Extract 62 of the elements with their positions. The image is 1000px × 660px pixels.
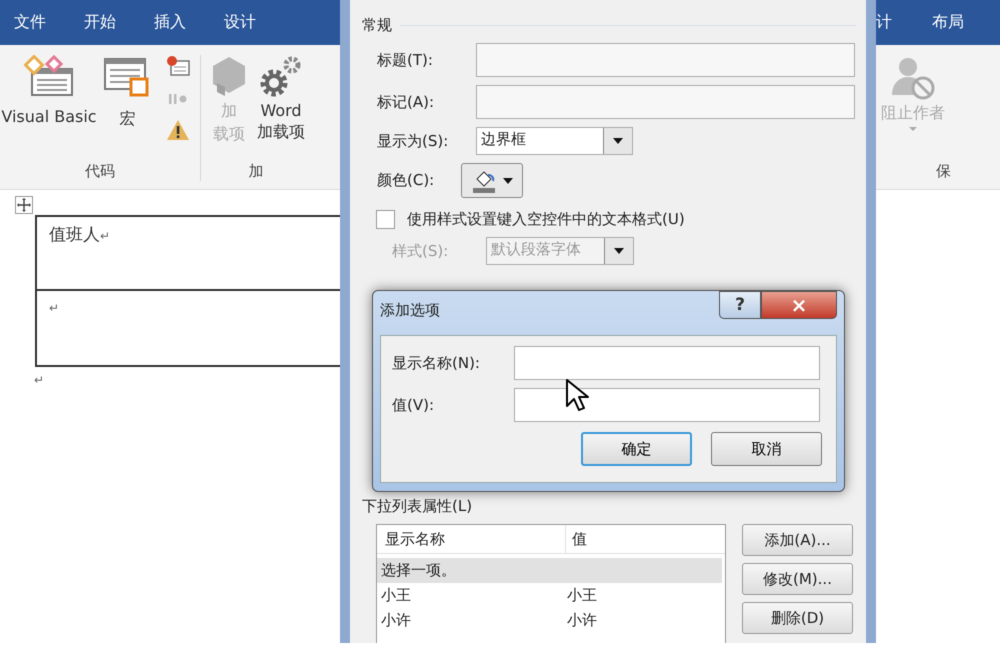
ribbon-tab[interactable]: 布局	[932, 12, 964, 33]
macro-button[interactable]: 宏	[102, 55, 153, 130]
list-row[interactable]: 小许 小许	[377, 608, 722, 633]
paragraph-mark: ↵	[49, 301, 60, 315]
field-label: 标题(T):	[377, 50, 434, 70]
paint-bucket-icon	[471, 168, 497, 192]
field-label: 显示名称(N):	[392, 354, 481, 372]
ribbon-tab[interactable]: 开始	[84, 12, 116, 33]
field-label: 样式(S):	[392, 242, 450, 260]
paragraph-mark: ↵	[100, 229, 110, 243]
item-name: 小许	[380, 611, 412, 630]
section-heading: 常规	[362, 16, 392, 35]
cancel-button[interactable]: 取消	[711, 432, 822, 466]
ok-button[interactable]: 确定	[581, 432, 692, 466]
caret-icon	[908, 126, 918, 132]
input-field[interactable]	[514, 346, 820, 380]
list-action-button[interactable]: 添加(A)...	[742, 524, 853, 556]
list-row[interactable]: 选择一项。	[377, 558, 722, 583]
word-add-ins-button[interactable]: Word 加载项	[257, 55, 305, 143]
table-move-handle-icon[interactable]	[15, 196, 33, 214]
list-action-button[interactable]: 删除(D)	[742, 602, 853, 634]
item-name: 小王	[380, 586, 412, 605]
forms-icon	[24, 55, 74, 97]
caret-icon	[613, 138, 623, 144]
show-as-dropdown[interactable]: 边界框	[476, 127, 633, 155]
paragraph-mark: ↵	[34, 373, 44, 387]
section-heading: 下拉列表属性(L)	[362, 497, 474, 516]
ribbon-tab[interactable]: 插入	[154, 12, 186, 33]
group-label: 加	[248, 162, 264, 181]
field-label: 颜色(C):	[377, 171, 436, 190]
column-header[interactable]: 显示名称	[377, 530, 565, 548]
dialog-title: 添加选项	[380, 301, 440, 320]
caret-icon	[503, 178, 513, 184]
person-blocked-icon	[890, 55, 936, 101]
ribbon-tab[interactable]: 文件	[14, 12, 46, 33]
item-value: 小许	[566, 611, 597, 630]
input-field[interactable]	[514, 388, 820, 422]
item-name: 选择一项。	[380, 561, 457, 580]
warning-icon[interactable]	[166, 119, 190, 141]
ribbon-tab[interactable]: 设计	[224, 12, 256, 33]
color-picker-button[interactable]	[461, 163, 523, 198]
record-macro-icon[interactable]	[164, 55, 191, 79]
checkbox-label: 使用样式设置键入空控件中的文本格式(U)	[407, 210, 685, 229]
ribbon-tab[interactable]: 计	[876, 12, 892, 33]
title-field[interactable]	[476, 43, 855, 77]
help-button[interactable]: ?	[719, 291, 761, 319]
checkbox[interactable]	[376, 210, 395, 229]
field-label: 值(V):	[392, 396, 436, 414]
cell-text: 值班人	[49, 225, 100, 245]
caret-icon	[614, 248, 624, 254]
cursor-icon	[565, 378, 589, 414]
visual-basic-button[interactable]: Visual Basic	[1, 55, 97, 126]
field-label: 显示为(S):	[377, 132, 450, 150]
tag-field[interactable]	[476, 85, 855, 119]
list-row[interactable]: 小王 小王	[377, 583, 722, 608]
list-action-button[interactable]: 修改(M)...	[742, 563, 853, 595]
group-label: 代码	[85, 162, 115, 181]
group-label: 保	[936, 162, 951, 181]
field-label: 标记(A):	[377, 92, 436, 112]
item-value: 小王	[566, 586, 597, 605]
pause-icon[interactable]	[166, 93, 189, 105]
column-header[interactable]: 值	[565, 525, 587, 553]
